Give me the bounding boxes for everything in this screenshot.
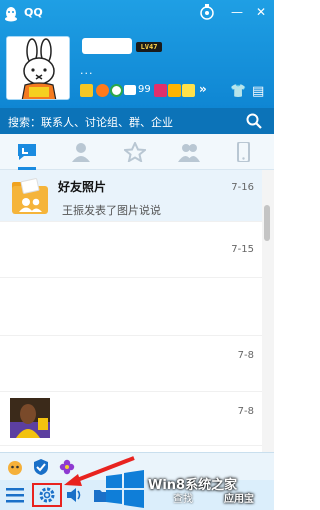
weiyun-icon[interactable] xyxy=(110,84,123,97)
app-icon[interactable] xyxy=(154,84,167,97)
qzone-icon[interactable] xyxy=(96,84,109,97)
star-icon xyxy=(124,142,146,162)
find-button[interactable]: 查找 xyxy=(173,490,193,505)
more-apps-chevron-icon[interactable]: » xyxy=(199,82,207,96)
mail-icon[interactable] xyxy=(124,85,136,95)
scrollbar-thumb[interactable] xyxy=(264,205,270,241)
star-icon[interactable] xyxy=(80,84,93,97)
game-icon[interactable] xyxy=(182,84,195,97)
tab-contacts[interactable] xyxy=(54,134,108,170)
message-date: 7-8 xyxy=(237,406,254,417)
search-input[interactable]: 搜索：联系人、讨论组、群、企业 xyxy=(8,114,173,130)
list-item[interactable] xyxy=(0,284,262,336)
contact-icon xyxy=(72,143,90,162)
tab-favorites[interactable] xyxy=(108,134,162,170)
qq-penguin-icon xyxy=(5,7,17,22)
friend-photos-folder-icon xyxy=(12,178,48,214)
message-preview: 王振发表了图片说说 xyxy=(62,204,161,217)
message-title: 好友照片 xyxy=(58,180,107,194)
app-center-button[interactable]: 应用宝 xyxy=(224,490,254,505)
mail-count: 99 xyxy=(138,84,151,95)
close-button[interactable]: ✕ xyxy=(253,4,269,20)
tab-groups[interactable] xyxy=(162,134,216,170)
dress-up-icon[interactable]: 👕 xyxy=(230,84,246,99)
list-item[interactable]: 7-8 xyxy=(0,394,262,446)
list-item[interactable]: 好友照片 王振发表了图片说说 7-16 xyxy=(0,170,262,222)
pet-icon[interactable] xyxy=(6,458,24,476)
list-item[interactable]: 7-8 xyxy=(0,340,262,392)
message-date: 7-8 xyxy=(237,350,254,361)
security-shield-icon[interactable] xyxy=(32,458,50,476)
main-tabs xyxy=(0,134,274,170)
message-list: 好友照片 王振发表了图片说说 7-16 7-15 7-8 7-8 xyxy=(0,170,274,452)
list-item[interactable]: 7-15 xyxy=(0,226,262,278)
profile-header: QQ — ✕ LV47 ... 99 » 👕 ▤ xyxy=(0,0,274,108)
vip-level-badge[interactable]: LV47 xyxy=(136,42,162,52)
phone-icon xyxy=(237,142,250,162)
group-icon xyxy=(178,144,200,162)
skin-icon[interactable] xyxy=(199,3,215,21)
miffy-rabbit-icon xyxy=(7,37,69,99)
message-date: 7-15 xyxy=(231,244,254,255)
signature-text[interactable]: ... xyxy=(80,64,94,77)
search-icon[interactable] xyxy=(245,112,263,130)
manager-icon[interactable]: ▤ xyxy=(252,84,264,99)
nickname-blurred[interactable] xyxy=(82,38,132,54)
window-title: QQ xyxy=(24,6,43,19)
tab-messages[interactable] xyxy=(0,134,54,170)
minimize-button[interactable]: — xyxy=(229,4,245,20)
tab-devices[interactable] xyxy=(216,134,270,170)
main-menu-icon[interactable] xyxy=(6,487,24,503)
title-bar[interactable]: QQ — ✕ xyxy=(0,0,274,26)
settings-gear-icon[interactable] xyxy=(38,486,56,504)
avatar[interactable] xyxy=(6,36,70,100)
search-bar[interactable]: 搜索：联系人、讨论组、群、企业 xyxy=(0,108,274,134)
message-date: 7-16 xyxy=(231,182,254,193)
chat-bubble-icon xyxy=(18,144,36,160)
contact-avatar xyxy=(10,398,50,438)
shop-cart-icon[interactable] xyxy=(168,84,181,97)
